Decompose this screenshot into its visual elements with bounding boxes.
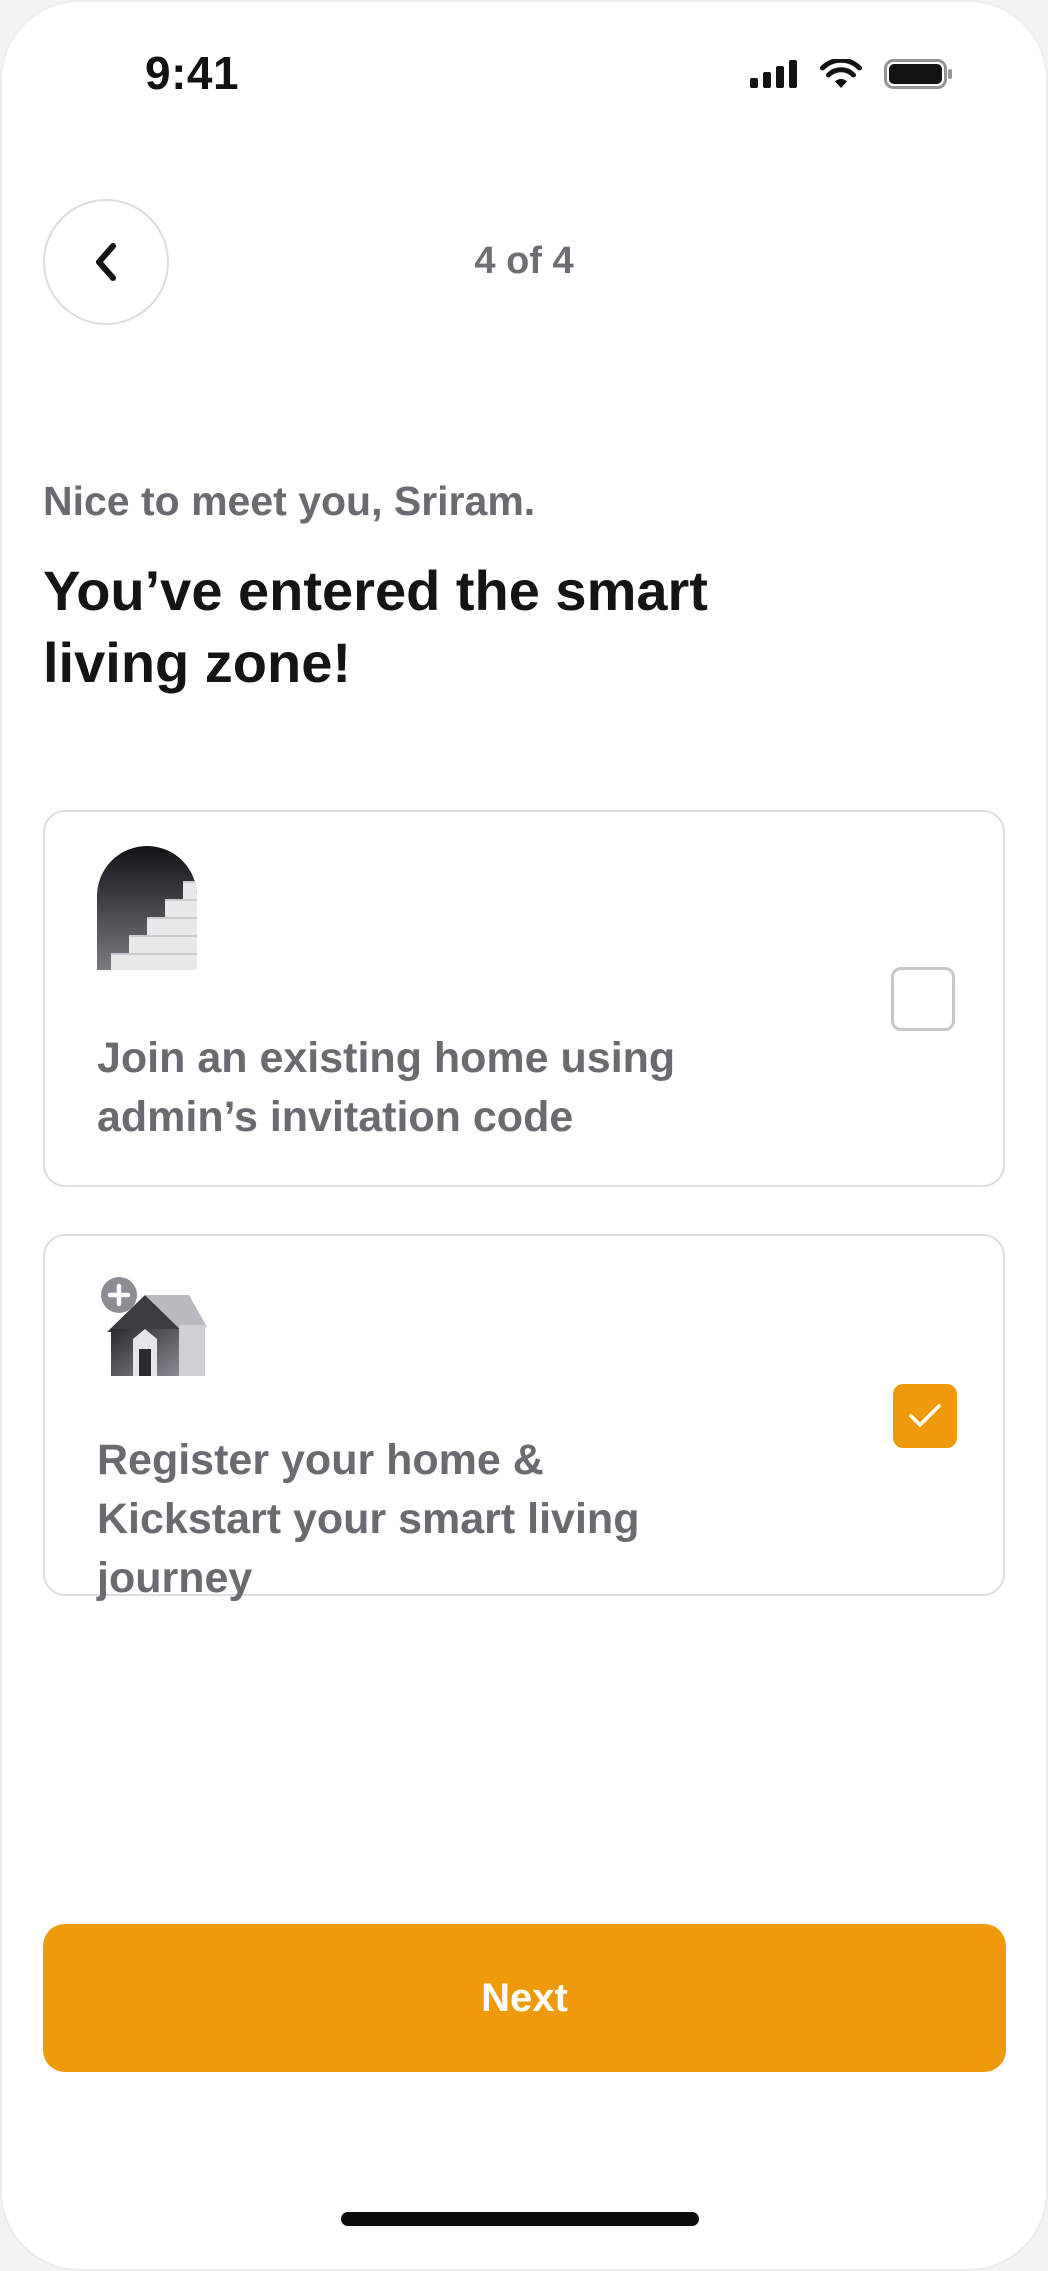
checkmark-icon xyxy=(909,1404,941,1427)
next-button[interactable]: Next xyxy=(43,1924,1006,2072)
option-label: Join an existing home using admin’s invi… xyxy=(97,1034,676,1141)
option-register-home[interactable]: Register your home & Kickstart your smar… xyxy=(43,1234,1005,1602)
page-title: You’ve entered the smart living zone! xyxy=(43,559,708,694)
option-checkbox-checked[interactable] xyxy=(893,1384,957,1448)
battery-icon xyxy=(884,59,952,89)
home-indicator xyxy=(341,2212,699,2226)
step-indicator: 4 of 4 xyxy=(474,240,574,282)
app-screen: 9:41 4 of 4 Nice to meet you, Sriram. Yo… xyxy=(0,0,1048,2271)
option-label: Register your home & Kickstart your smar… xyxy=(97,1436,640,1602)
option-join-existing-home[interactable]: Join an existing home using admin’s invi… xyxy=(43,810,1005,1187)
add-home-icon xyxy=(101,1277,207,1376)
greeting-text: Nice to meet you, Sriram. xyxy=(43,478,536,524)
wifi-icon xyxy=(820,59,862,88)
status-time: 9:41 xyxy=(145,47,240,99)
stairs-arch-icon xyxy=(97,846,197,970)
option-checkbox-unchecked[interactable] xyxy=(891,967,955,1031)
cellular-signal-icon xyxy=(750,60,797,88)
status-icons xyxy=(750,54,954,94)
